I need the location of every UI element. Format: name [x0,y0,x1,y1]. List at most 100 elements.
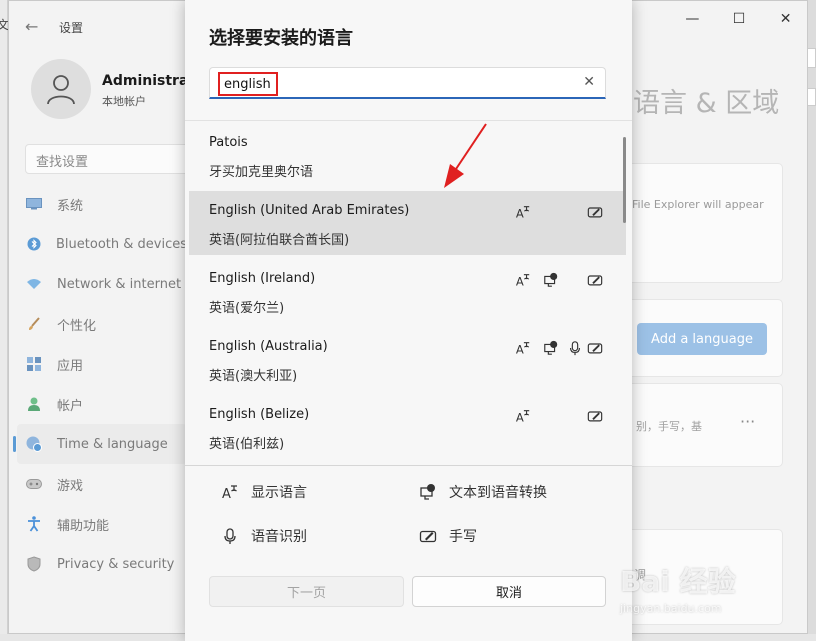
cancel-button[interactable]: 取消 [412,576,606,607]
card-text: 别，手写，基 [636,420,702,433]
language-list-item[interactable]: English (Belize) 英语(伯利兹) A [189,395,626,459]
svg-text:A: A [516,410,524,424]
person-icon [47,75,75,105]
legend-label: 显示语言 [251,485,307,501]
display-language-icon: A [514,271,532,289]
sidebar-item-apps[interactable]: 应用 [17,344,187,384]
person-icon [25,395,43,413]
page-title: 语言 & 区域 [633,88,780,119]
sidebar-item-accessibility[interactable]: 辅助功能 [17,504,187,544]
sidebar-item-bluetooth[interactable]: Bluetooth & devices [17,224,187,264]
card-hint-text: File Explorer will appear [632,198,764,211]
microphone-icon [566,339,584,357]
settings-card: 别，手写，基 ··· [625,383,783,467]
sidebar-item-label: 应用 [57,358,84,374]
bluetooth-icon [25,235,42,253]
wifi-icon [25,275,43,293]
language-native-name: 牙买加克里奥尔语 [209,165,314,180]
language-name: English (Belize) [209,407,310,422]
legend-label: 文本到语音转换 [449,485,547,501]
scrollbar[interactable] [623,137,626,223]
sidebar-nav: 系统 Bluetooth & devices Network & interne… [13,184,187,584]
language-list-item[interactable]: English (Ireland) 英语(爱尔兰) A [189,259,626,323]
svg-text:A: A [222,487,231,501]
next-page-button[interactable]: 下一页 [209,576,404,607]
language-native-name: 英语(阿拉伯联合酋长国) [209,233,350,248]
settings-search-input[interactable]: 查找设置 [25,144,195,174]
sidebar-item-time-language[interactable]: Time & language [13,424,187,464]
sidebar-item-network[interactable]: Network & internet [17,264,187,304]
sidebar-item-personalization[interactable]: 个性化 [17,304,187,344]
globe-clock-icon [25,435,43,453]
sidebar-item-privacy[interactable]: Privacy & security [17,544,187,584]
close-icon[interactable]: ✕ [771,11,801,27]
sidebar-item-system[interactable]: 系统 [17,184,187,224]
brush-icon [25,315,43,333]
language-name: English (United Arab Emirates) [209,203,410,218]
maximize-icon[interactable]: ☐ [724,11,754,27]
language-search-input[interactable] [218,72,278,96]
language-name: English (Ireland) [209,271,316,286]
sidebar-item-accounts[interactable]: 帐户 [17,384,187,424]
microphone-icon [224,528,236,544]
svg-text:A: A [516,342,524,356]
close-icon[interactable]: ✕ [583,74,595,90]
more-options-icon[interactable]: ··· [740,412,755,431]
annotation-arrow-icon [444,123,487,188]
sidebar-item-label: 系统 [57,198,84,214]
apps-icon [25,355,43,373]
sidebar-item-label: 游戏 [57,478,84,494]
sidebar-item-label: 帐户 [57,398,84,414]
watermark: Bai 经验 jingyan.baidu.com [620,560,810,630]
handwriting-icon [586,407,604,425]
window-title: 设置 [59,21,84,35]
text-to-speech-icon [542,339,560,357]
display-language-icon: A [514,203,532,221]
display-language-icon: A [514,407,532,425]
handwriting-icon [586,203,604,221]
legend-label: 手写 [449,529,477,545]
sidebar-item-label: Network & internet [57,276,182,292]
language-list-item[interactable]: English (Australia) 英语(澳大利亚) A [189,327,626,391]
text-to-speech-icon [420,484,435,500]
display-language-icon: A [222,485,237,501]
settings-card: File Explorer will appear [625,163,783,283]
text-to-speech-icon [542,271,560,289]
language-native-name: 英语(爱尔兰) [209,301,285,316]
handwriting-icon [419,530,437,543]
handwriting-icon [586,339,604,357]
svg-text:A: A [516,274,524,288]
avatar[interactable] [31,59,91,119]
display-language-icon: A [514,339,532,357]
choose-language-dialog: 选择要安装的语言 ✕ English (Belize)英语(伯利兹)AEngli… [185,0,632,641]
language-list[interactable]: English (Belize) 英语(伯利兹) A English (Austral… [185,120,632,466]
sidebar-item-label: 个性化 [57,318,97,334]
language-name: Patois [209,135,248,150]
legend-label: 语音识别 [251,529,307,545]
watermark-text: Bai 经验 [620,565,736,598]
accessibility-icon [25,515,43,533]
language-list-item[interactable]: Patois 牙买加克里奥尔语 [189,123,626,187]
account-type: 本地帐户 [102,95,146,108]
add-language-button[interactable]: Add a language [637,323,767,355]
legend-text-to-speech: 文本到语音转换 [419,482,547,502]
window-controls: — ☐ ✕ [669,5,807,33]
watermark-url: jingyan.baidu.com [620,602,722,615]
back-arrow-icon[interactable]: ← [25,17,38,36]
minimize-icon[interactable]: — [677,11,707,27]
gamepad-icon [25,475,43,493]
sidebar-item-label: Bluetooth & devices [56,236,187,252]
legend-speech-recognition: 语音识别 [221,526,307,546]
monitor-icon [25,195,43,213]
legend-handwriting: 手写 [419,526,477,546]
language-native-name: 英语(伯利兹) [209,437,285,452]
sidebar-item-gaming[interactable]: 游戏 [17,464,187,504]
language-list-item[interactable]: English (United Arab Emirates) 英语(阿拉伯联合酋长… [189,191,626,255]
sidebar-item-label: Privacy & security [57,556,175,572]
sidebar-item-label: 辅助功能 [57,518,110,534]
language-native-name: 英语(澳大利亚) [209,369,298,384]
language-name: English (Australia) [209,339,328,354]
shield-icon [25,555,43,573]
background-window-edge: 文 [0,0,9,641]
language-search-box[interactable]: ✕ [209,67,606,99]
